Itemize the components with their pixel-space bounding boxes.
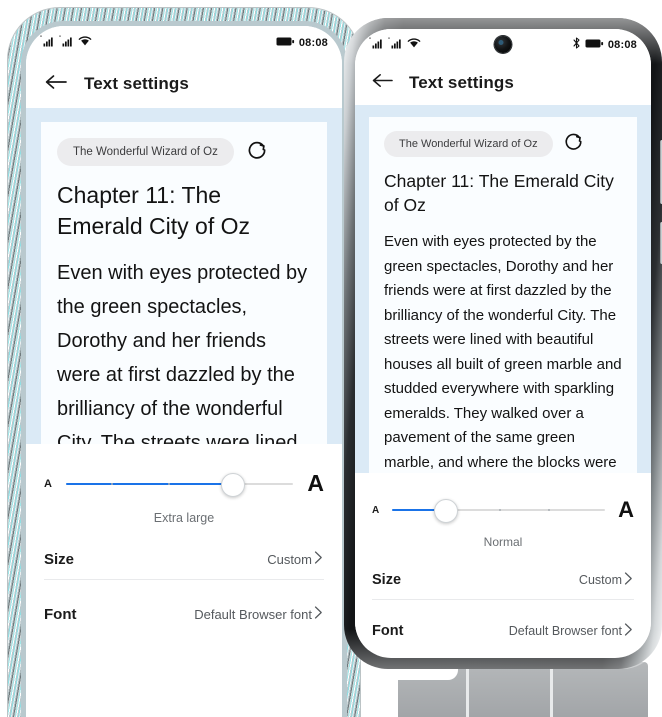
screenshot-root: " " 08:08 Text settings The Wonderful Wi… <box>0 0 662 717</box>
setting-value-text: Default Browser font <box>508 624 622 638</box>
phone-left: " " 08:08 Text settings The Wonderful Wi… <box>8 8 360 717</box>
signal-bars-sim2-icon: " <box>388 36 403 54</box>
svg-text:": " <box>388 38 390 44</box>
front-camera-punch-hole <box>494 36 512 53</box>
article-heading: Chapter 11: The Emerald City of Oz <box>384 171 614 215</box>
font-size-slider-row: A A <box>44 470 324 497</box>
text-size-controls-right: A A Normal Size Custom Font Default Brow… <box>355 473 651 650</box>
phone-right: " " 08:08 Text settings The Wonderful Wi… <box>344 18 662 669</box>
svg-text:": " <box>40 36 42 42</box>
status-bar-right-icons: 08:08 <box>572 36 637 54</box>
text-preview-area-right: The Wonderful Wizard of Oz Chapter 11: T… <box>355 105 651 473</box>
setting-label: Size <box>372 572 402 588</box>
setting-value: Custom <box>267 550 324 568</box>
slider-tick <box>547 509 550 511</box>
wifi-icon <box>78 34 92 52</box>
signal-bars-sim2-icon: " <box>59 34 74 52</box>
setting-row-font[interactable]: Font Default Browser font <box>372 612 634 650</box>
url-pill[interactable]: The Wonderful Wizard of Oz <box>57 138 234 166</box>
slider-fill <box>65 482 232 485</box>
phone-right-screen: " " 08:08 Text settings The Wonderful Wi… <box>355 29 651 658</box>
chevron-right-icon <box>623 571 634 589</box>
page-title: Text settings <box>84 74 189 93</box>
back-arrow-icon[interactable] <box>371 71 394 95</box>
preview-url-row: The Wonderful Wizard of Oz <box>384 131 622 157</box>
signal-bars-sim1-icon: " <box>369 36 384 54</box>
battery-icon <box>585 36 604 54</box>
app-bar-left: Text settings <box>26 60 342 108</box>
status-bar-time: 08:08 <box>607 39 637 51</box>
row-divider <box>44 579 324 580</box>
setting-value: Default Browser font <box>194 605 324 623</box>
text-size-controls-left: A A Extra large Size Custom Font Default… <box>26 444 342 634</box>
phone-left-screen: " " 08:08 Text settings The Wonderful Wi… <box>26 26 342 717</box>
chevron-right-icon <box>313 605 324 623</box>
url-pill[interactable]: The Wonderful Wizard of Oz <box>384 131 553 157</box>
font-size-slider[interactable] <box>65 472 294 497</box>
slider-tick <box>168 482 171 485</box>
row-divider <box>372 599 634 600</box>
svg-text:": " <box>59 36 61 42</box>
preview-card-left: The Wonderful Wizard of Oz Chapter 11: T… <box>41 122 327 444</box>
preview-card-right: The Wonderful Wizard of Oz Chapter 11: T… <box>369 117 637 473</box>
reload-icon[interactable] <box>246 139 268 166</box>
status-bar-right-icons: 08:08 <box>276 34 328 52</box>
setting-value-text: Default Browser font <box>194 606 312 622</box>
setting-label: Size <box>44 550 75 568</box>
text-preview-area-left: The Wonderful Wizard of Oz Chapter 11: T… <box>26 108 342 444</box>
small-a-label: A <box>372 504 380 516</box>
slider-tick <box>498 509 501 511</box>
slider-thumb[interactable] <box>434 499 459 523</box>
setting-label: Font <box>44 605 77 623</box>
page-title: Text settings <box>409 73 514 92</box>
setting-row-font[interactable]: Font Default Browser font <box>44 594 324 634</box>
article-body: Even with eyes protected by the green sp… <box>384 233 622 471</box>
preview-url-row: The Wonderful Wizard of Oz <box>57 138 311 166</box>
setting-value: Custom <box>579 571 634 589</box>
setting-row-size[interactable]: Size Custom <box>44 539 324 579</box>
setting-value-text: Custom <box>578 573 622 587</box>
status-bar-time: 08:08 <box>298 37 328 49</box>
svg-text:": " <box>369 38 371 44</box>
back-arrow-icon[interactable] <box>44 72 68 97</box>
article-body: Even with eyes protected by the green sp… <box>57 262 308 444</box>
font-size-value-label: Normal <box>483 535 523 549</box>
status-bar-left-icons: " " <box>40 34 92 52</box>
battery-icon <box>276 34 295 52</box>
large-a-label: A <box>307 470 324 496</box>
setting-value: Default Browser font <box>509 622 634 640</box>
signal-bars-sim1-icon: " <box>40 34 55 52</box>
font-size-slider-row: A A <box>372 497 634 523</box>
small-a-label: A <box>44 477 52 490</box>
setting-value-text: Custom <box>267 551 312 567</box>
wifi-icon <box>407 36 421 54</box>
font-size-value-label: Extra large <box>153 511 215 525</box>
chevron-right-icon <box>313 550 324 568</box>
status-bar-right: " " 08:08 <box>355 29 651 61</box>
status-bar-left-icons: " " <box>369 36 421 54</box>
slider-track <box>65 472 294 497</box>
font-size-slider[interactable] <box>392 499 606 523</box>
slider-thumb[interactable] <box>220 472 245 497</box>
app-bar-right: Text settings <box>355 61 651 105</box>
reload-icon[interactable] <box>563 131 584 157</box>
bluetooth-icon <box>572 36 581 54</box>
article-heading: Chapter 11: The Emerald City of Oz <box>57 182 250 239</box>
status-bar-left: " " 08:08 <box>26 26 342 60</box>
setting-label: Font <box>372 623 404 639</box>
large-a-label: A <box>618 497 634 522</box>
setting-row-size[interactable]: Size Custom <box>372 561 634 599</box>
slider-track <box>392 499 606 523</box>
chevron-right-icon <box>623 622 634 640</box>
